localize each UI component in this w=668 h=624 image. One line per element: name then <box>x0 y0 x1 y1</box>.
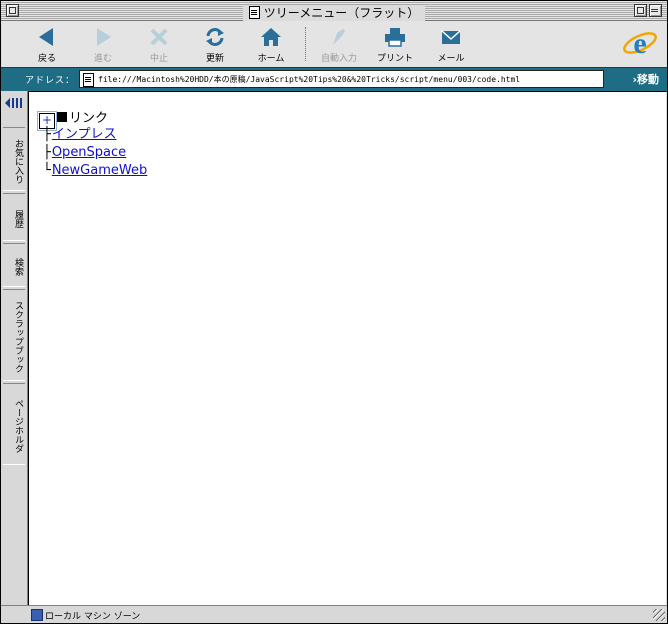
tree-branch-line: └ <box>43 163 51 178</box>
browser-window: ツリーメニュー（フラット） 戻る 進む 中止 更新 ホーム 自動入力 プリント … <box>0 0 668 624</box>
link-openspace[interactable]: OpenSpace <box>52 145 126 160</box>
refresh-icon <box>206 28 224 46</box>
home-label: ホーム <box>257 54 285 64</box>
internet-explorer-logo-icon[interactable]: e <box>622 25 658 61</box>
resize-grip-icon[interactable] <box>653 609 665 621</box>
back-button[interactable]: 戻る <box>22 25 72 65</box>
home-icon <box>261 28 281 46</box>
tab-search[interactable]: 検索 <box>3 243 25 287</box>
address-input[interactable]: file:///Macintosh%20HDD/本の原稿/JavaScript%… <box>79 70 604 88</box>
tree-item: ├インプレス <box>43 126 116 144</box>
toolbar: 戻る 進む 中止 更新 ホーム 自動入力 プリント メール e <box>2 21 666 68</box>
tab-favorites[interactable]: お気に入り <box>3 127 25 191</box>
autofill-button[interactable]: 自動入力 <box>314 25 364 65</box>
svg-text:e: e <box>633 27 646 60</box>
square-bullet-icon <box>57 112 67 122</box>
address-label: アドレス： <box>25 76 76 86</box>
tab-history[interactable]: 履歴 <box>3 193 25 241</box>
forward-arrow-icon <box>97 28 111 46</box>
stop-label: 中止 <box>149 54 168 64</box>
address-url: file:///Macintosh%20HDD/本の原稿/JavaScript%… <box>98 75 521 84</box>
file-icon <box>83 73 94 87</box>
title-bar[interactable]: ツリーメニュー（フラット） <box>1 1 667 22</box>
mail-icon <box>441 30 461 44</box>
toolbar-separator <box>305 27 306 61</box>
tab-page-holder[interactable]: ページホルダ <box>3 383 25 465</box>
tree-item: └NewGameWeb <box>43 162 147 180</box>
link-impress[interactable]: インプレス <box>52 127 117 142</box>
mail-button[interactable]: メール <box>426 25 476 65</box>
status-text: ローカル マシン ゾーン <box>45 612 141 622</box>
local-zone-icon <box>31 609 43 621</box>
tree-root-label: リンク <box>69 111 109 126</box>
stop-button[interactable]: 中止 <box>134 25 184 65</box>
explorer-toggle-icon[interactable] <box>3 95 25 111</box>
tab-scrapbook[interactable]: スクラップブック <box>3 289 25 381</box>
tree-branch-line: ├ <box>43 145 51 160</box>
explorer-bar: お気に入り 履歴 検索 スクラップブック ページホルダ <box>1 91 28 605</box>
link-newgameweb[interactable]: NewGameWeb <box>52 163 147 178</box>
window-title: ツリーメニュー（フラット） <box>263 6 420 20</box>
tree-branch-line: ├ <box>43 127 51 142</box>
autofill-label: 自動入力 <box>320 54 357 64</box>
document-icon <box>248 6 260 19</box>
tree-item: ├OpenSpace <box>43 144 126 162</box>
mail-label: メール <box>437 54 465 64</box>
refresh-button[interactable]: 更新 <box>190 25 240 65</box>
zoom-box-icon[interactable] <box>634 4 647 17</box>
back-label: 戻る <box>37 54 56 64</box>
status-bar: ローカル マシン ゾーン <box>1 605 667 623</box>
print-label: プリント <box>376 54 413 64</box>
print-button[interactable]: プリント <box>370 25 420 65</box>
page-content: + リンク ├インプレス ├OpenSpace └NewGameWeb <box>28 91 666 606</box>
address-bar: アドレス： file:///Macintosh%20HDD/本の原稿/JavaS… <box>1 67 667 92</box>
collapse-box-icon[interactable] <box>649 4 662 17</box>
forward-label: 進む <box>93 54 112 64</box>
printer-icon <box>385 28 405 47</box>
back-arrow-icon <box>39 28 53 46</box>
forward-button[interactable]: 進む <box>78 25 128 65</box>
go-button[interactable]: ›移動 <box>632 71 659 87</box>
go-label: 移動 <box>637 73 659 86</box>
refresh-label: 更新 <box>205 54 224 64</box>
autofill-icon <box>333 29 345 45</box>
stop-x-icon <box>150 28 168 46</box>
home-button[interactable]: ホーム <box>246 25 296 65</box>
